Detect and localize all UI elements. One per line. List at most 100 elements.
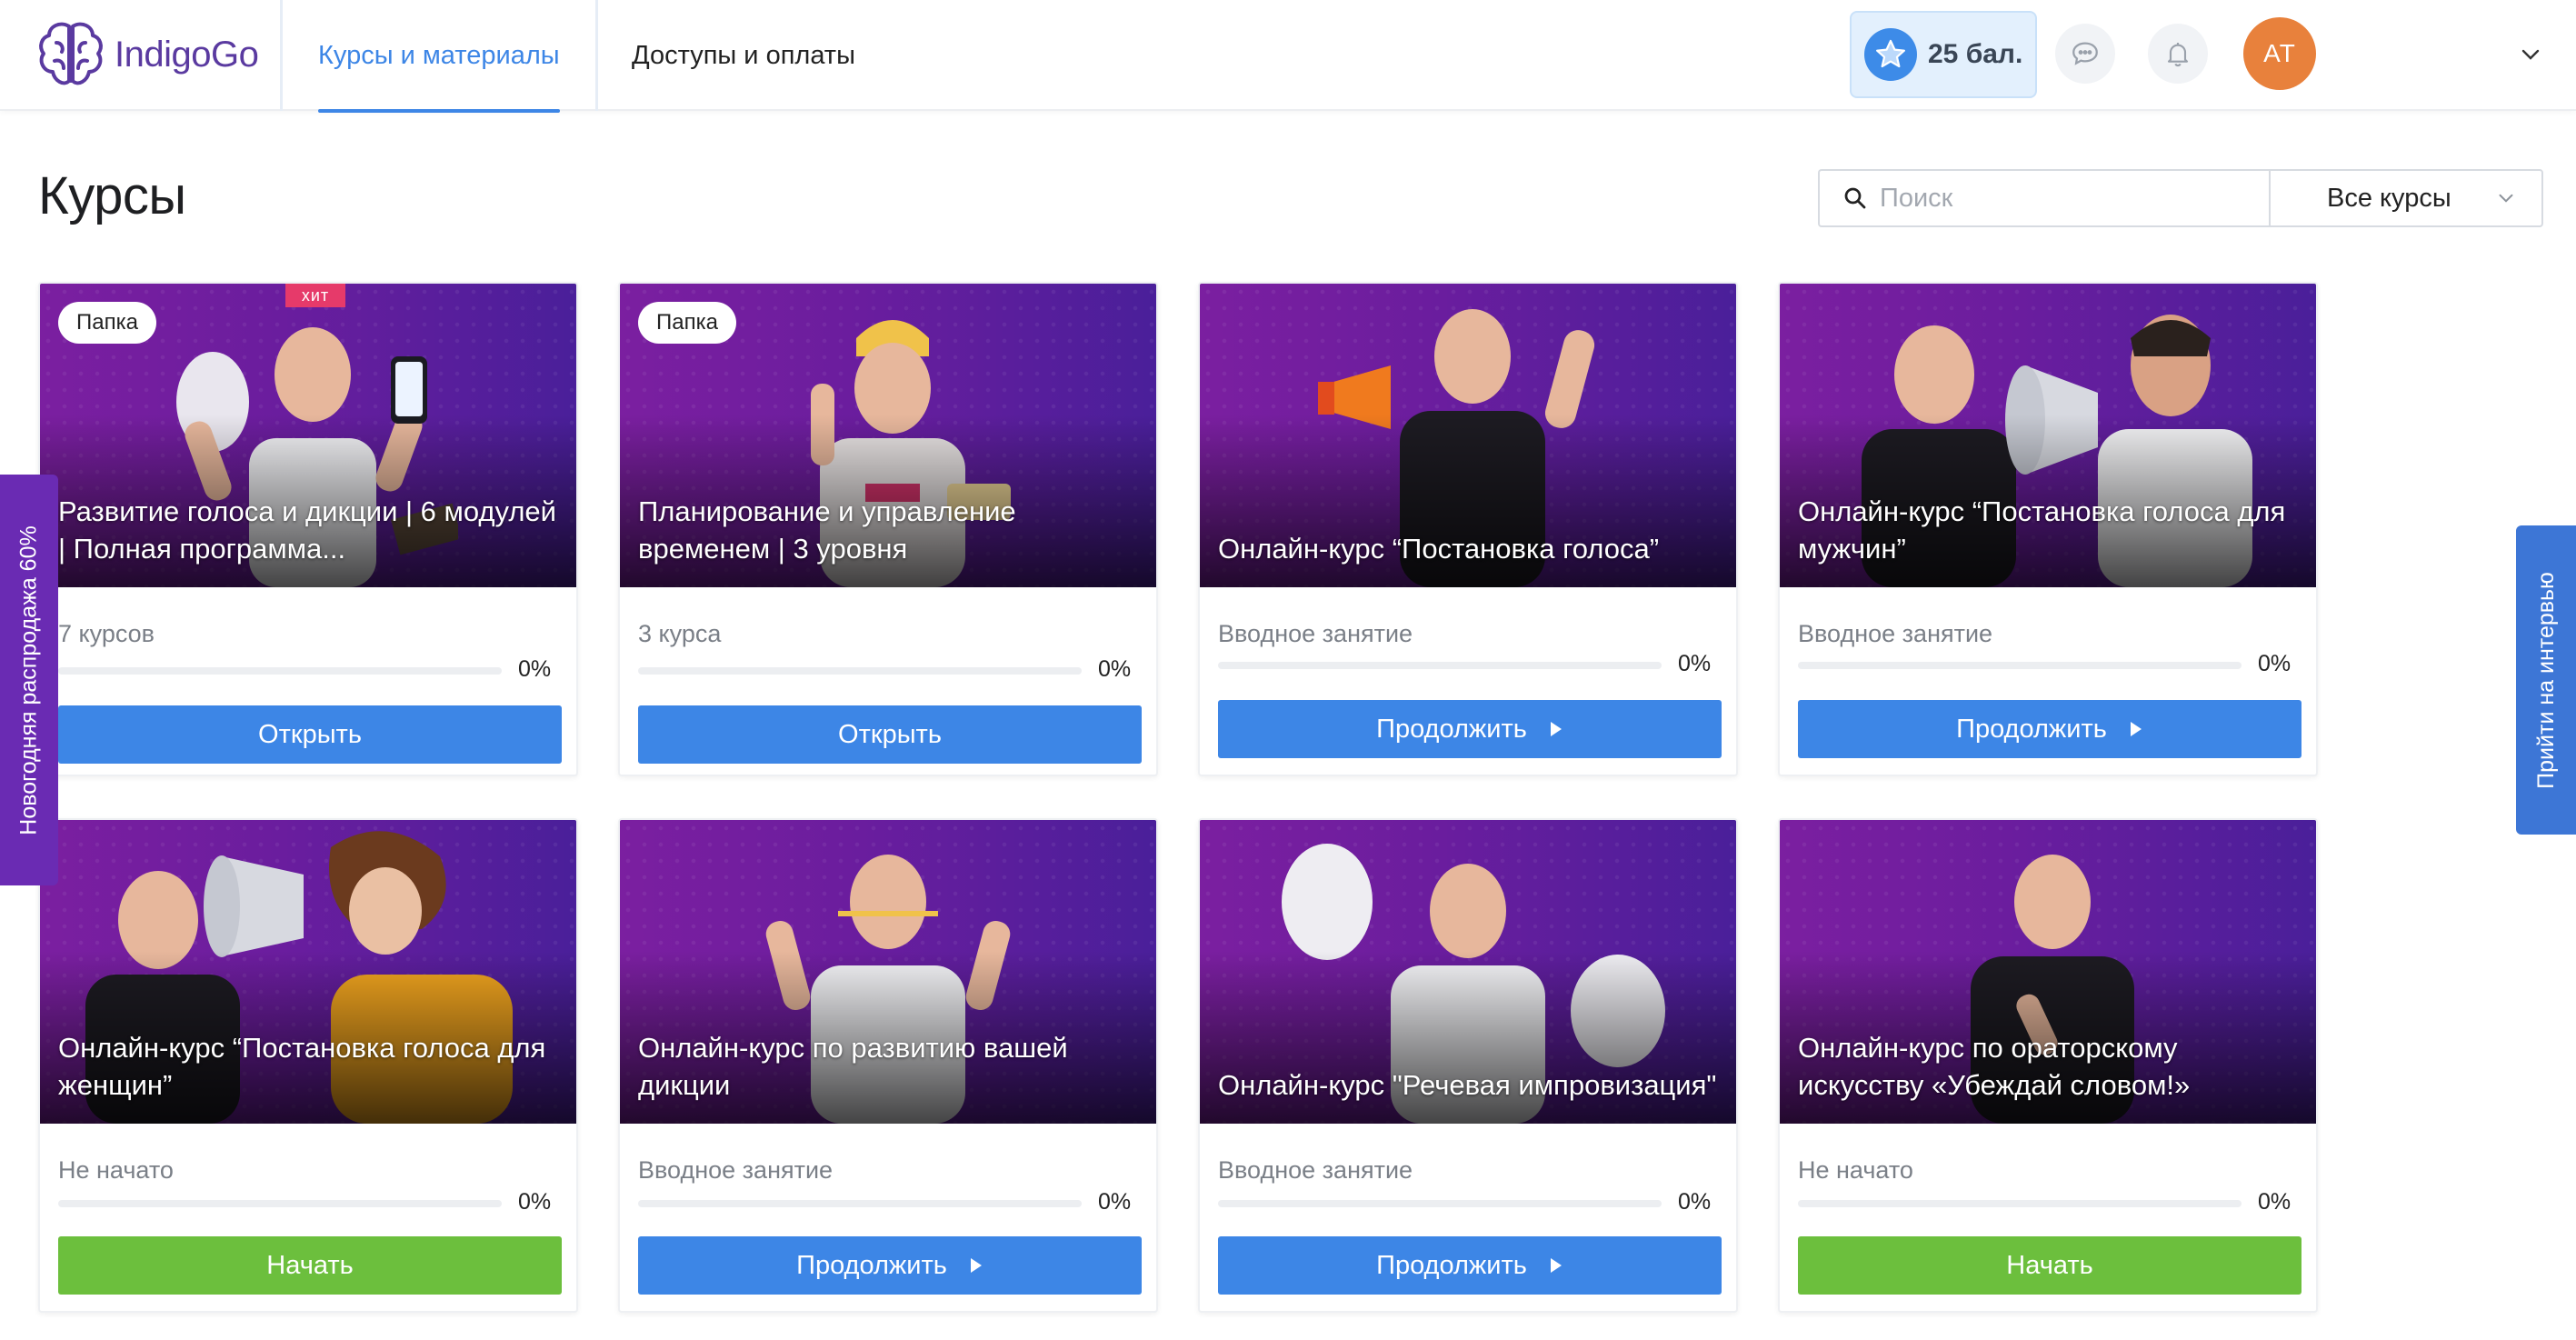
nav-separator	[595, 0, 598, 111]
interview-label: Прийти на интервью	[2532, 571, 2559, 789]
course-card[interactable]: Онлайн-курс “Постановка голоса для женщи…	[38, 818, 578, 1313]
play-arrow-icon	[1550, 1258, 1562, 1273]
open-button-label: Открыть	[258, 719, 362, 749]
progress-bar	[638, 1200, 1082, 1207]
course-card[interactable]: Папка хит Развитие голоса и дикции | 6 м…	[38, 282, 578, 776]
star-badge-icon	[1864, 28, 1917, 81]
continue-button-label: Продолжить	[796, 1250, 947, 1280]
nav-separator	[280, 0, 283, 111]
progress-percent: 0%	[2258, 651, 2291, 676]
course-filter-value: Все курсы	[2327, 183, 2451, 213]
notifications-button[interactable]	[2148, 24, 2208, 84]
page-title: Курсы	[38, 166, 186, 225]
course-subtitle: Вводное занятие	[1218, 1156, 1413, 1184]
points-label: 25 бал.	[1928, 39, 2023, 69]
messages-button[interactable]	[2055, 24, 2115, 84]
course-subtitle: Не начато	[1798, 1156, 1913, 1184]
progress-bar	[58, 667, 502, 675]
play-arrow-icon	[1550, 722, 1562, 736]
continue-button[interactable]: Продолжить	[1218, 700, 1722, 758]
chevron-down-icon[interactable]	[2516, 40, 2545, 69]
interview-tab[interactable]: Прийти на интервью	[2516, 525, 2576, 835]
logo-text: IndigoGo	[115, 34, 259, 75]
user-avatar[interactable]: AT	[2243, 17, 2316, 90]
course-cover-image[interactable]: Папка хит Развитие голоса и дикции | 6 м…	[40, 284, 576, 587]
course-title: Развитие голоса и дикции | 6 модулей | П…	[58, 495, 556, 565]
tab-access-payments-label: Доступы и оплаты	[632, 40, 855, 70]
progress-bar	[1218, 662, 1662, 669]
course-cover-image[interactable]: Онлайн-курс “Постановка голоса”	[1200, 284, 1736, 587]
open-button-label: Открыть	[838, 719, 942, 749]
course-cover-image[interactable]: Папка Планирование и управление временем…	[620, 284, 1156, 587]
brain-logo-icon	[39, 22, 103, 85]
course-title: Онлайн-курс "Речевая импровизация"	[1218, 1069, 1717, 1101]
progress-percent: 0%	[1678, 1189, 1712, 1215]
search-box[interactable]	[1818, 169, 2271, 227]
promo-sale-tab[interactable]: Новогодняя распродажа 60%	[0, 475, 58, 885]
progress-bar	[1798, 662, 2242, 669]
course-title: Онлайн-курс “Постановка голоса для женщи…	[58, 1032, 546, 1101]
search-input[interactable]	[1880, 183, 2243, 214]
course-cover-image[interactable]: Онлайн-курс "Речевая импровизация"	[1200, 820, 1736, 1124]
continue-button-label: Продолжить	[1956, 714, 2107, 744]
course-card[interactable]: Онлайн-курс по развитию вашей дикции Вво…	[618, 818, 1158, 1313]
course-filter-select[interactable]: Все курсы	[2269, 169, 2543, 227]
start-button[interactable]: Начать	[58, 1236, 562, 1295]
search-icon	[1844, 187, 1866, 209]
course-cover-image[interactable]: Онлайн-курс “Постановка голоса для мужчи…	[1780, 284, 2316, 587]
course-card[interactable]: Онлайн-курс "Речевая импровизация" Вводн…	[1198, 818, 1738, 1313]
open-button[interactable]: Открыть	[58, 705, 562, 764]
course-card[interactable]: Онлайн-курс по ораторскому искусству «Уб…	[1778, 818, 2318, 1313]
continue-button-label: Продолжить	[1376, 714, 1527, 744]
progress-percent: 0%	[1098, 656, 1132, 682]
chat-icon	[2072, 42, 2098, 65]
progress-percent: 0%	[1678, 651, 1712, 676]
tab-access-payments[interactable]: Доступы и оплаты	[632, 0, 855, 111]
course-subtitle: 7 курсов	[58, 620, 155, 647]
progress-percent: 0%	[518, 1189, 552, 1215]
continue-button[interactable]: Продолжить	[1218, 1236, 1722, 1295]
course-title: Онлайн-курс по ораторскому искусству «Уб…	[1798, 1032, 2191, 1101]
chevron-down-icon	[2499, 194, 2513, 203]
course-cover-image[interactable]: Онлайн-курс по ораторскому искусству «Уб…	[1780, 820, 2316, 1124]
open-button[interactable]: Открыть	[638, 705, 1142, 764]
start-button-label: Начать	[266, 1250, 354, 1280]
start-button-label: Начать	[2006, 1250, 2093, 1280]
promo-sale-label: Новогодняя распродажа 60%	[15, 525, 42, 835]
start-button[interactable]: Начать	[1798, 1236, 2301, 1295]
tab-courses[interactable]: Курсы и материалы	[318, 0, 560, 113]
course-card[interactable]: Онлайн-курс “Постановка голоса для мужчи…	[1778, 282, 2318, 776]
progress-bar	[1798, 1200, 2242, 1207]
logo[interactable]: IndigoGo	[36, 16, 259, 93]
course-title: Онлайн-курс “Постановка голоса”	[1218, 533, 1660, 565]
course-title: Онлайн-курс “Постановка голоса для мужчи…	[1798, 495, 2286, 565]
top-header: IndigoGo Курсы и материалы Доступы и опл…	[0, 0, 2576, 113]
play-arrow-icon	[2130, 722, 2142, 736]
progress-bar	[58, 1200, 502, 1207]
progress-percent: 0%	[518, 656, 552, 682]
hit-badge: хит	[285, 284, 345, 307]
bell-icon	[2167, 43, 2189, 67]
folder-tag: Папка	[638, 302, 736, 344]
progress-bar	[1218, 1200, 1662, 1207]
course-subtitle: 3 курса	[638, 620, 722, 647]
points-badge[interactable]: 25 бал.	[1850, 11, 2037, 98]
course-subtitle: Вводное занятие	[1798, 620, 1993, 647]
continue-button[interactable]: Продолжить	[638, 1236, 1142, 1295]
progress-percent: 0%	[1098, 1189, 1132, 1215]
course-cover-image[interactable]: Онлайн-курс по развитию вашей дикции	[620, 820, 1156, 1124]
folder-tag: Папка	[58, 302, 156, 344]
continue-button[interactable]: Продолжить	[1798, 700, 2301, 758]
course-card[interactable]: Папка Планирование и управление временем…	[618, 282, 1158, 776]
course-cover-image[interactable]: Онлайн-курс “Постановка голоса для женщи…	[40, 820, 576, 1124]
active-tab-underline	[318, 109, 560, 113]
progress-bar	[638, 667, 1082, 675]
course-title: Онлайн-курс по развитию вашей дикции	[638, 1032, 1068, 1101]
course-subtitle: Вводное занятие	[638, 1156, 834, 1184]
tab-courses-label: Курсы и материалы	[318, 40, 560, 70]
course-card[interactable]: Онлайн-курс “Постановка голоса” Вводное …	[1198, 282, 1738, 776]
course-subtitle: Вводное занятие	[1218, 620, 1413, 647]
course-title: Планирование и управление временем | 3 у…	[638, 495, 1016, 565]
play-arrow-icon	[970, 1258, 982, 1273]
continue-button-label: Продолжить	[1376, 1250, 1527, 1280]
